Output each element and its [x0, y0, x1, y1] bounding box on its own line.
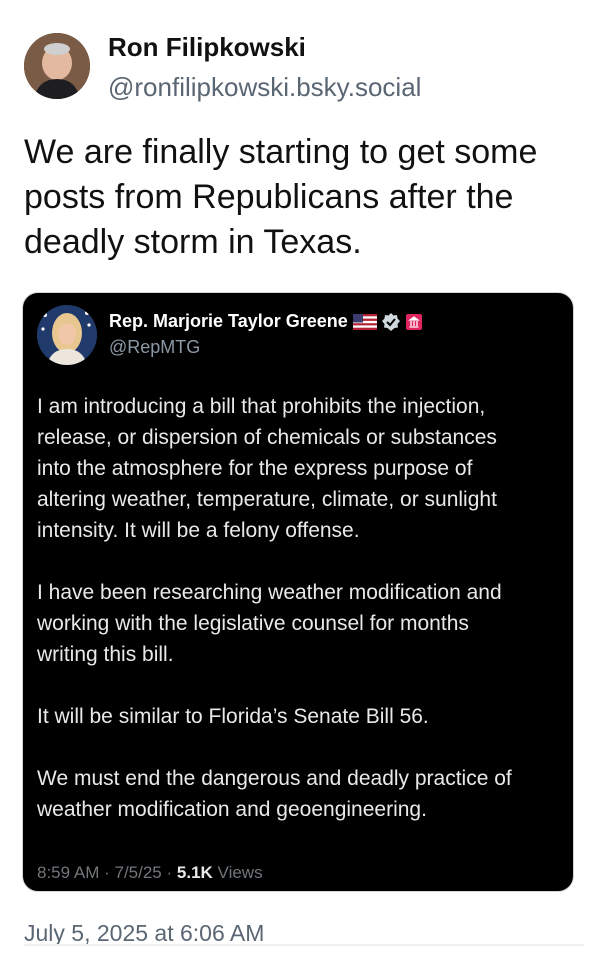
quoted-paragraph: It will be similar to Florida’s Senate B… [37, 705, 429, 728]
quoted-post-meta: 8:59 AM · 7/5/25 · 5.1K Views [37, 863, 263, 883]
quoted-post-body: I am introducing a bill that prohibits t… [37, 391, 567, 856]
quoted-post-date[interactable]: 7/5/25 [115, 863, 162, 882]
quoted-paragraph: We must end the dangerous and deadly pra… [37, 767, 512, 821]
views-count: 5.1K [176, 863, 213, 882]
quoted-paragraph: I have been researching weather modifica… [37, 581, 502, 666]
post-timestamp[interactable]: July 5, 2025 at 6:06 AM [24, 920, 264, 947]
verified-badge-icon [381, 312, 400, 331]
quoted-author-name-row[interactable]: Rep. Marjorie Taylor Greene [109, 311, 423, 332]
quoted-paragraph: I am introducing a bill that prohibits t… [37, 395, 497, 542]
us-flag-icon [352, 313, 377, 330]
views-label: Views [217, 863, 263, 882]
author-avatar[interactable] [24, 33, 90, 99]
divider [24, 944, 584, 946]
avatar-photo-icon [24, 33, 90, 99]
author-name[interactable]: Ron Filipkowski [108, 32, 306, 63]
meta-separator: · [104, 863, 115, 882]
meta-separator: · [166, 863, 177, 882]
quoted-author-avatar[interactable] [37, 305, 97, 365]
government-badge-icon [405, 313, 422, 330]
quoted-author-handle[interactable]: @RepMTG [109, 337, 200, 358]
quoted-post-card[interactable]: Rep. Marjorie Taylor Greene @RepMTG I am… [22, 292, 574, 892]
author-handle[interactable]: @ronfilipkowski.bsky.social [108, 72, 421, 103]
quoted-author-name[interactable]: Rep. Marjorie Taylor Greene [109, 311, 348, 332]
quoted-avatar-photo-icon [37, 305, 97, 365]
bluesky-post: Ron Filipkowski @ronfilipkowski.bsky.soc… [0, 0, 599, 960]
post-text: We are finally starting to get some post… [24, 133, 538, 261]
quoted-post-time[interactable]: 8:59 AM [37, 863, 99, 882]
